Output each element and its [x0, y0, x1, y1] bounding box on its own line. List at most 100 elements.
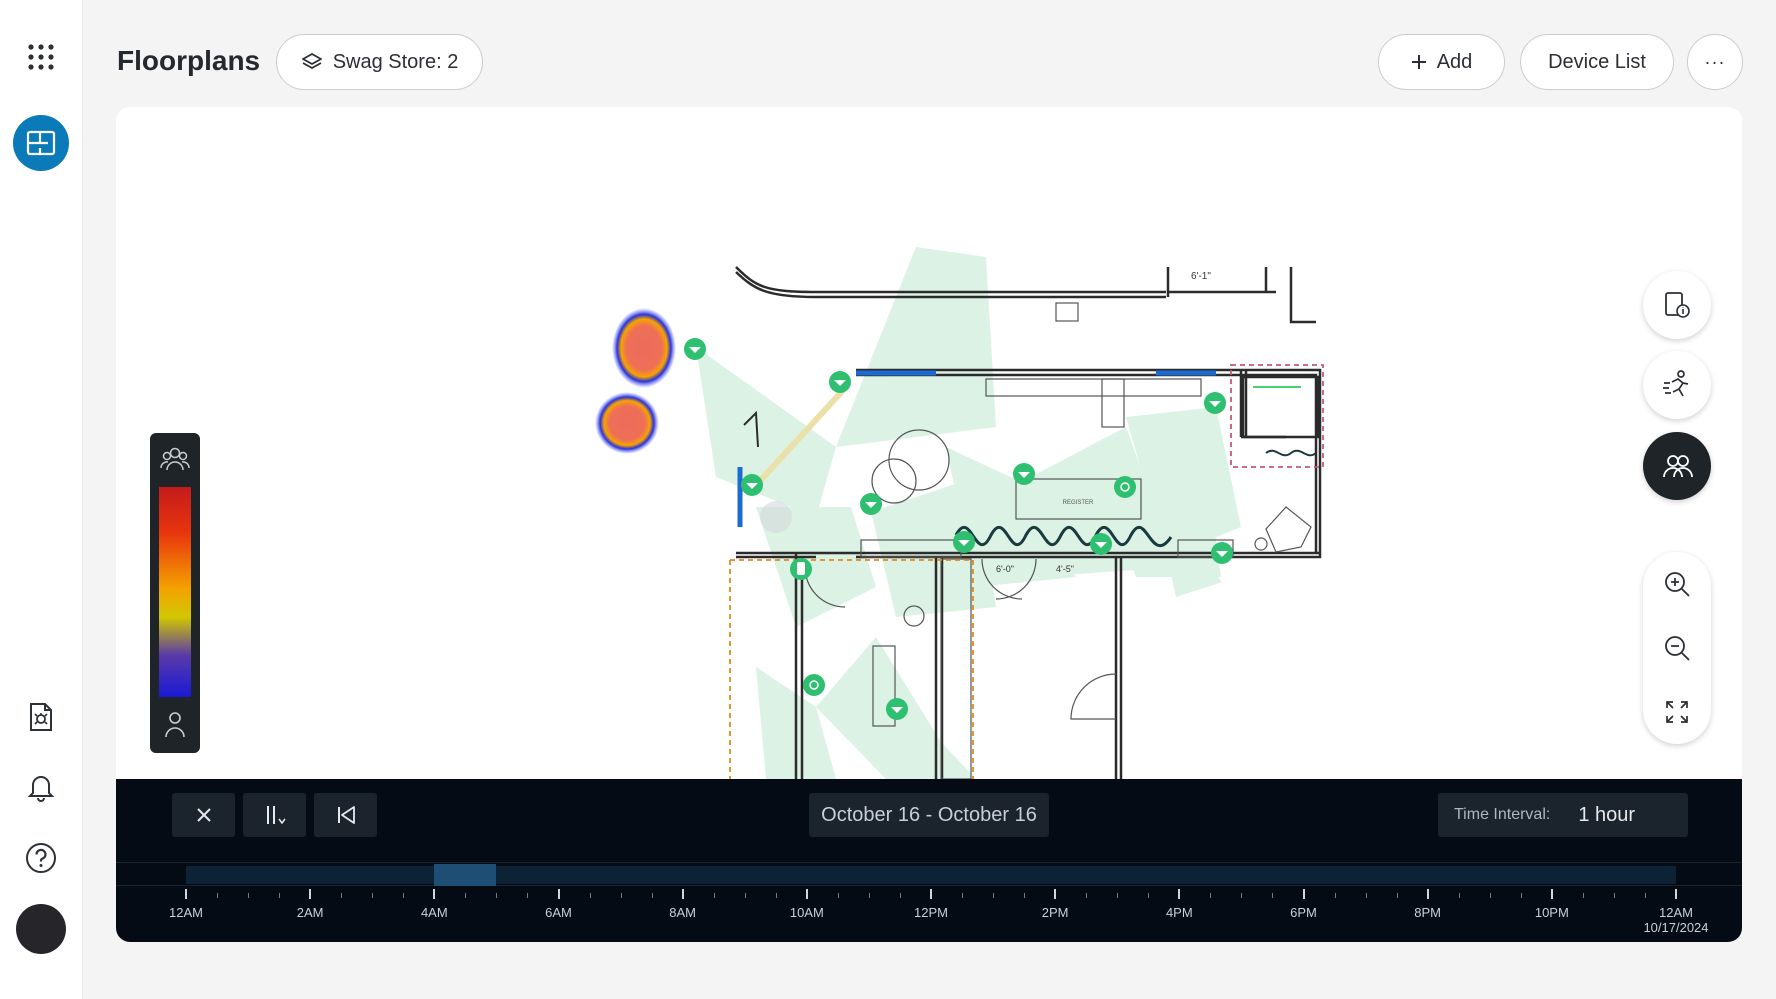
timeline-minor-tick [1024, 893, 1026, 898]
time-interval-selector[interactable]: Time Interval: 1 hour [1438, 793, 1688, 837]
timeline-minor-tick [713, 893, 715, 898]
camera-icon[interactable] [860, 493, 882, 515]
timeline-tick [185, 889, 187, 899]
floorplan-canvas: REGISTER 6'-1" 6'-0" 4'-5" October 16 - … [116, 107, 1742, 942]
floorplan-nav-button[interactable] [13, 115, 69, 171]
people-heatmap-button[interactable] [1643, 432, 1711, 500]
camera-icon[interactable] [953, 531, 975, 553]
timeline-minor-tick [899, 893, 901, 898]
floorplan-map[interactable]: REGISTER 6'-1" 6'-0" 4'-5" [116, 107, 1742, 779]
timeline-minor-tick [1613, 893, 1615, 898]
timeline-minor-tick [1365, 893, 1367, 898]
store-selector-label: Swag Store: 2 [332, 50, 459, 73]
skip-to-start-button[interactable] [314, 793, 377, 837]
sensor-icon[interactable] [803, 674, 825, 696]
more-options-button[interactable]: ··· [1687, 34, 1743, 90]
timeline-minor-tick [775, 893, 777, 898]
timeline-minor-tick [589, 893, 591, 898]
timeline-tick [309, 889, 312, 899]
zoom-controls [1643, 552, 1711, 744]
timeline-minor-tick [217, 893, 219, 898]
zoom-in-button[interactable] [1643, 552, 1711, 616]
timeline-tick-label: 12AM [169, 905, 203, 920]
camera-icon[interactable] [1211, 542, 1233, 564]
timeline-minor-tick [993, 893, 995, 898]
zoom-out-icon [1665, 636, 1690, 661]
date-range-button[interactable]: October 16 - October 16 [809, 793, 1049, 837]
intercom-icon[interactable] [790, 558, 812, 580]
timeline-minor-tick [1520, 893, 1522, 898]
bell-icon[interactable] [26, 772, 56, 802]
layers-icon [301, 53, 322, 69]
people-icon [1663, 455, 1693, 478]
timeline-tick [1054, 889, 1057, 899]
plus-icon [1411, 55, 1426, 69]
camera-icon[interactable] [684, 338, 706, 360]
device-placeholder-icon[interactable] [760, 501, 792, 533]
user-avatar[interactable] [16, 904, 66, 954]
timeline-tick-label: 8AM [669, 905, 697, 920]
device-list-label: Device List [1548, 50, 1646, 73]
timeline-tick-label: 6AM [545, 905, 572, 920]
timeline-minor-tick [962, 893, 964, 898]
fit-to-screen-button[interactable] [1643, 680, 1711, 744]
more-icon: ··· [1704, 51, 1726, 72]
timeline-tick [557, 889, 560, 899]
add-button[interactable]: Add [1378, 34, 1505, 90]
close-timeline-button[interactable] [172, 793, 235, 837]
motion-button[interactable] [1643, 351, 1711, 419]
timeline-tick [1550, 889, 1553, 899]
timeline-tick-label: 8PM [1414, 905, 1442, 920]
timeline-minor-tick [1644, 893, 1646, 898]
camera-icon[interactable] [1090, 533, 1112, 555]
timeline-minor-tick [1210, 893, 1212, 898]
dimension-label-1: 6'-1" [1191, 271, 1211, 282]
timeline-minor-tick [1272, 893, 1274, 898]
sidebar [0, 0, 83, 999]
time-interval-value: 1 hour [1578, 803, 1636, 826]
skip-back-icon [337, 806, 355, 824]
playback-timeline: October 16 - October 16 Time Interval: 1… [116, 779, 1742, 942]
timeline-selected-window[interactable] [434, 864, 496, 886]
report-icon[interactable] [26, 702, 56, 732]
store-selector-button[interactable]: Swag Store: 2 [276, 34, 483, 90]
apps-grid-icon[interactable] [26, 42, 56, 72]
timeline-tick [805, 889, 808, 899]
device-info-icon [1665, 292, 1690, 318]
zoom-out-button[interactable] [1643, 616, 1711, 680]
camera-icon[interactable] [1204, 392, 1226, 414]
close-icon [196, 808, 211, 822]
dimension-label-3: 4'-5" [1056, 564, 1074, 574]
device-info-button[interactable] [1643, 271, 1711, 339]
timeline-tick-label: 4PM [1165, 905, 1193, 920]
timeline-minor-tick [744, 893, 746, 898]
heatmap-blob [595, 392, 659, 454]
device-list-button[interactable]: Device List [1520, 34, 1674, 90]
timeline-tick [1302, 889, 1305, 899]
timeline-tick [433, 889, 436, 899]
timeline-tick-label: 10PM [1534, 905, 1569, 920]
timeline-minor-tick [837, 893, 839, 898]
timeline-tick [1178, 889, 1181, 899]
timeline-minor-tick [1396, 893, 1398, 898]
timeline-tick [681, 889, 684, 899]
register-label: REGISTER [1063, 500, 1094, 506]
dimension-label-2: 6'-0" [996, 564, 1014, 574]
camera-icon[interactable] [741, 474, 763, 496]
timeline-minor-tick [1334, 893, 1336, 898]
camera-icon[interactable] [886, 698, 908, 720]
timeline-tick-label: 10AM [789, 905, 824, 920]
help-icon[interactable] [25, 842, 57, 874]
timeline-tick-label: 4AM [420, 905, 448, 920]
pause-icon [266, 806, 286, 825]
timeline-range [186, 866, 1676, 884]
camera-icon[interactable] [829, 371, 851, 393]
sensor-icon[interactable] [1114, 476, 1136, 498]
pause-button[interactable] [243, 793, 306, 837]
add-button-label: Add [1436, 50, 1473, 73]
page-title: Floorplans [117, 45, 261, 76]
timeline-minor-tick [1489, 893, 1491, 898]
timeline-minor-tick [620, 893, 622, 898]
camera-icon[interactable] [1013, 463, 1035, 485]
timeline-minor-tick [1086, 893, 1088, 898]
